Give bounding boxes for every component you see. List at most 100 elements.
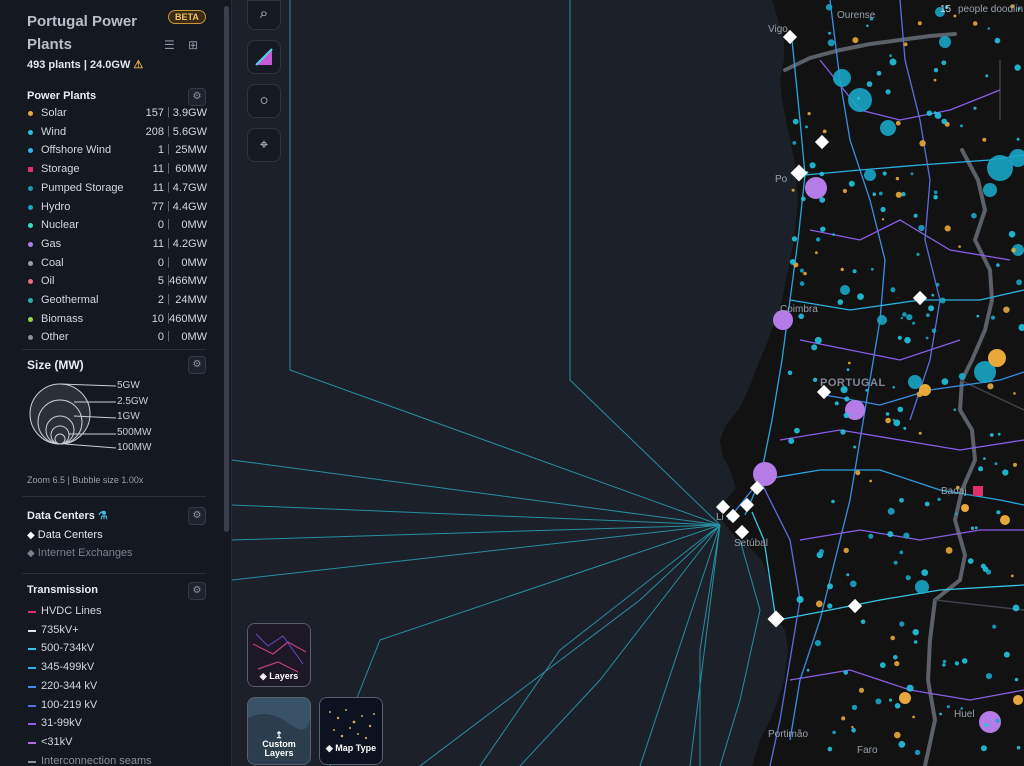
legend-swatch [28, 185, 33, 191]
plant-type-capacity: 60MW [175, 163, 207, 176]
legend-swatch [28, 167, 33, 173]
transmission-label: 500-734kV [41, 642, 95, 655]
plant-type-capacity: 25MW [175, 144, 207, 157]
legend-line-swatch [28, 723, 36, 726]
map-label-portugal: PORTUGAL [820, 377, 886, 389]
plant-type-count: 77 [151, 200, 164, 213]
plant-type-name: Other [41, 331, 69, 344]
plant-type-row[interactable]: Storage 11 | 60MW [27, 161, 207, 179]
map-label-faro: Faro [857, 745, 878, 756]
separator: | [167, 218, 170, 231]
separator: | [167, 106, 170, 118]
transmission-settings-icon[interactable]: ⚙ [188, 582, 206, 600]
legend-line-swatch [28, 629, 36, 632]
legend-line-swatch [28, 760, 36, 763]
plant-type-row[interactable]: Other 0 | 0MW [27, 329, 207, 347]
plant-type-row[interactable]: Oil 5 | 466MW [27, 273, 207, 291]
separator: | [167, 124, 170, 137]
separator: | [167, 162, 170, 175]
plant-type-capacity: 0MW [181, 331, 207, 344]
plant-type-name: Oil [41, 275, 55, 288]
plant-type-name: Coal [41, 256, 64, 269]
transmission-row[interactable]: 735kV+ [27, 622, 207, 640]
summary-line: 493 plants | 24.0GW ⚠ [27, 59, 144, 71]
plant-type-row[interactable]: Coal 0 | 0MW [27, 255, 207, 273]
section-transmission-header: Transmission [27, 584, 98, 596]
separator: | [167, 255, 170, 268]
plant-type-count: 11 [152, 181, 164, 194]
custom-layers-tile[interactable]: ↥ Custom Layers [247, 697, 311, 765]
plant-type-count: 11 [152, 237, 164, 250]
legend-swatch [28, 111, 33, 116]
transmission-row[interactable]: 500-734kV [27, 640, 207, 658]
plant-type-row[interactable]: Gas 11 | 4.2GW [27, 236, 207, 254]
transmission-label: 735kV+ [41, 623, 79, 636]
plant-type-capacity: 0MW [181, 256, 207, 269]
transmission-row[interactable]: <31kV [27, 734, 207, 752]
plant-type-count: 0 [157, 219, 164, 232]
legend-line-swatch [28, 648, 36, 651]
grid-icon[interactable]: ⊞ [188, 38, 198, 52]
legend-swatch [28, 260, 33, 266]
transmission-label: 31-99kV [41, 717, 82, 730]
toggle-internet-exchanges[interactable]: ◆ Internet Exchanges [27, 547, 133, 559]
transmission-row[interactable]: 100-219 kV [27, 697, 207, 715]
map-type-tile[interactable]: ◈ Map Type [319, 697, 383, 765]
divider [22, 496, 206, 497]
legend-swatch [28, 279, 33, 285]
map-label-setubal: Setúbal [734, 538, 768, 549]
plant-type-name: Storage [41, 163, 80, 176]
plant-type-name: Geothermal [41, 294, 99, 306]
plant-type-row[interactable]: Biomass 10 | 460MW [27, 311, 207, 329]
sliders-icon[interactable]: ☰ [164, 38, 175, 52]
legend-swatch [28, 223, 33, 229]
divider [22, 349, 206, 350]
plant-type-name: Wind [41, 125, 67, 138]
plant-type-count: 5 [157, 275, 164, 288]
layers-tile[interactable]: ◈ Layers [247, 623, 311, 687]
plant-type-row[interactable]: Geothermal 2 | 24MW [27, 292, 207, 310]
transmission-label: 100-219 kV [41, 698, 98, 711]
transmission-row[interactable]: 345-499kV [27, 659, 207, 677]
plant-type-row[interactable]: Offshore Wind 1 | 25MW [27, 142, 207, 160]
toggle-data-centers[interactable]: ◆ Data Centers [27, 529, 103, 541]
locate-button[interactable]: ⌖ [247, 128, 281, 162]
size-label-100mw: 100MW [117, 442, 152, 453]
plant-type-row[interactable]: Solar 157 | 3.9GW [27, 105, 207, 123]
data-centers-settings-icon[interactable]: ⚙ [188, 507, 206, 525]
transmission-row[interactable]: 31-99kV [27, 715, 207, 733]
plant-type-name: Solar [41, 107, 67, 119]
transmission-label: Interconnection seams [41, 754, 152, 766]
draw-polygon-button[interactable] [247, 40, 281, 74]
transmission-row[interactable]: Interconnection seams [27, 753, 207, 766]
map-type-thumbnail [320, 698, 382, 764]
plant-type-count: 0 [157, 331, 164, 344]
plant-type-count: 0 [157, 256, 164, 269]
power-plants-settings-icon[interactable]: ⚙ [188, 88, 206, 106]
plant-type-row[interactable]: Nuclear 0 | 0MW [27, 217, 207, 235]
plant-type-row[interactable]: Hydro 77 | 4.4GW [27, 199, 207, 217]
draw-circle-button[interactable]: ○ [247, 84, 281, 118]
map-label-vigo: Vigo [768, 24, 788, 35]
plant-type-row[interactable]: Pumped Storage 11 | 4.7GW [27, 180, 207, 198]
plant-type-capacity: 460MW [169, 312, 207, 325]
size-label-1gw: 1GW [117, 411, 140, 422]
legend-swatch [28, 298, 33, 303]
size-settings-icon[interactable]: ⚙ [188, 356, 206, 374]
legend-line-swatch [28, 611, 36, 613]
transmission-row[interactable]: HVDC Lines [27, 603, 207, 621]
search-icon: ⌕ [259, 5, 269, 22]
separator: | [167, 330, 170, 343]
transmission-row[interactable]: 220-344 kV [27, 678, 207, 696]
size-label-2-5gw: 2.5GW [117, 396, 149, 407]
search-button[interactable]: ⌕ [247, 0, 281, 30]
size-label-500mw: 500MW [117, 427, 152, 438]
sidebar-scrollbar[interactable] [224, 6, 229, 532]
legend-line-swatch [28, 685, 36, 688]
transmission-label: <31kV [41, 735, 73, 748]
diamond-icon: ◆ [27, 530, 35, 541]
plant-type-row[interactable]: Wind 208 | 5.6GW [27, 124, 207, 142]
plant-type-capacity: 0MW [181, 219, 207, 232]
plant-type-capacity: 24MW [175, 294, 207, 306]
plant-type-capacity: 466MW [169, 275, 207, 288]
